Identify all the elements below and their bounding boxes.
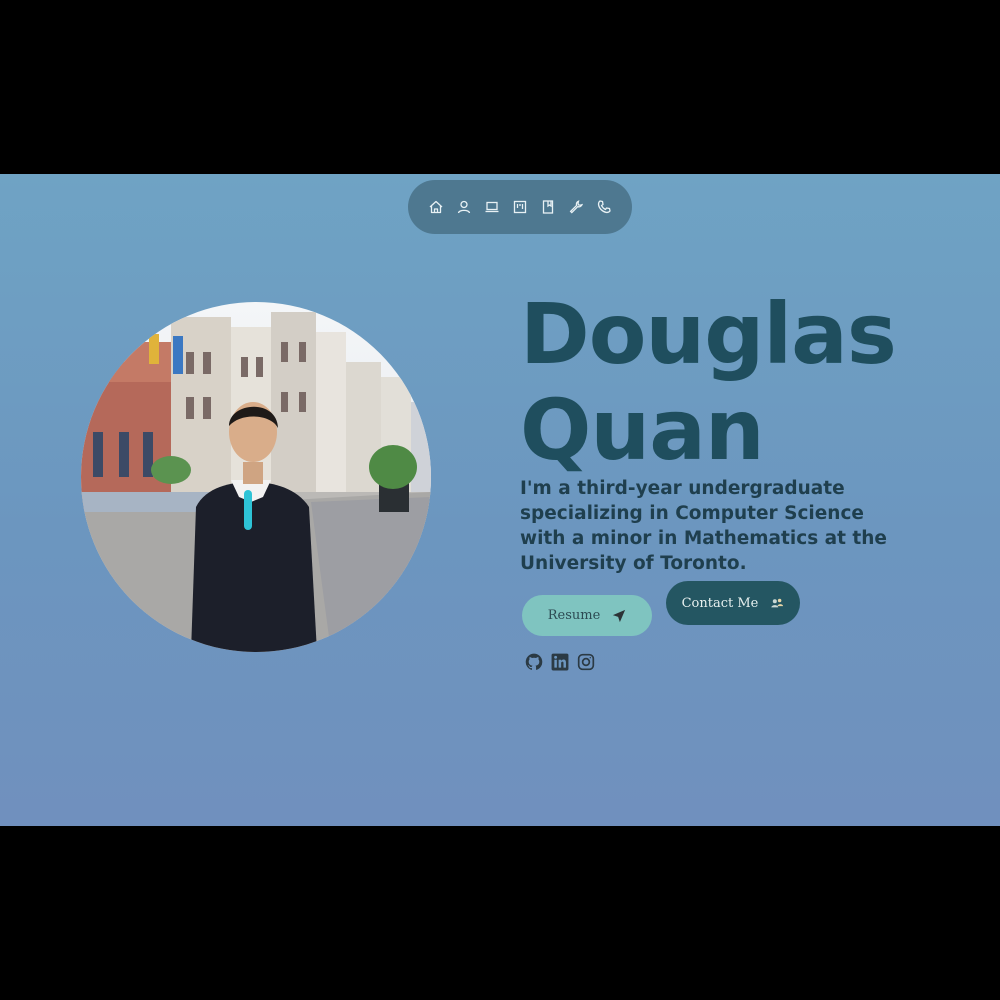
profile-photo-image (81, 302, 431, 652)
resume-button-label: Resume (547, 608, 601, 623)
contact-me-button-label: Contact Me (681, 595, 759, 611)
people-icon (771, 598, 784, 608)
bookmark-icon (542, 200, 554, 214)
nav-projects[interactable] (482, 197, 502, 217)
icon-navbar (408, 180, 632, 234)
instagram-icon (577, 653, 595, 671)
send-icon (613, 609, 626, 622)
nav-about[interactable] (454, 197, 474, 217)
hero-section: Douglas Quan I'm a third-year undergradu… (0, 174, 1000, 826)
social-links (525, 653, 595, 671)
hero-name-line2: Quan (520, 381, 765, 479)
hero-bio: I'm a third-year undergraduate specializ… (520, 478, 887, 574)
nav-home[interactable] (426, 197, 446, 217)
wrench-icon (569, 200, 584, 214)
nav-skills[interactable] (566, 197, 586, 217)
linkedin-link[interactable] (551, 653, 569, 671)
profile-photo (81, 302, 431, 652)
hero-name: Douglas Quan (520, 285, 897, 479)
linkedin-icon (551, 653, 569, 671)
resume-button[interactable]: Resume (522, 595, 652, 636)
nav-experience[interactable] (510, 197, 530, 217)
kanban-icon (513, 200, 527, 214)
user-icon (457, 200, 471, 214)
github-icon (525, 653, 543, 670)
nav-education[interactable] (538, 197, 558, 217)
hero-name-line1: Douglas (520, 285, 897, 383)
phone-icon (597, 200, 611, 214)
laptop-icon (485, 201, 499, 213)
contact-me-button[interactable]: Contact Me (666, 581, 800, 625)
home-icon (429, 200, 443, 214)
instagram-link[interactable] (577, 653, 595, 671)
github-link[interactable] (525, 653, 543, 671)
nav-contact[interactable] (594, 197, 614, 217)
